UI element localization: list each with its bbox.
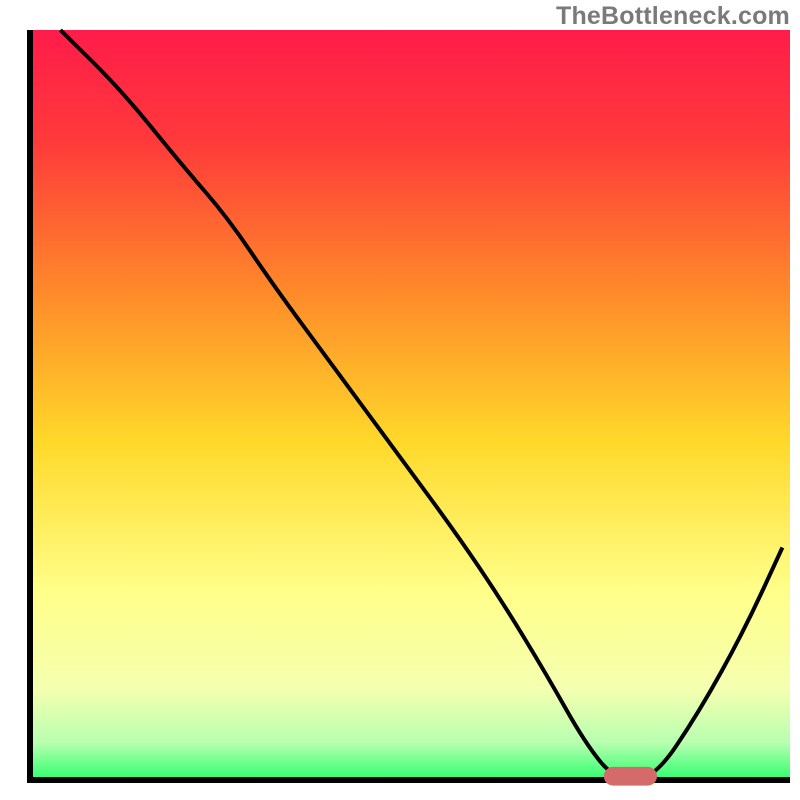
gradient-background [30,30,790,780]
chart-svg [0,0,800,800]
bottleneck-chart: TheBottleneck.com [0,0,800,800]
watermark-text: TheBottleneck.com [556,2,790,31]
optimal-zone-marker [604,767,657,786]
